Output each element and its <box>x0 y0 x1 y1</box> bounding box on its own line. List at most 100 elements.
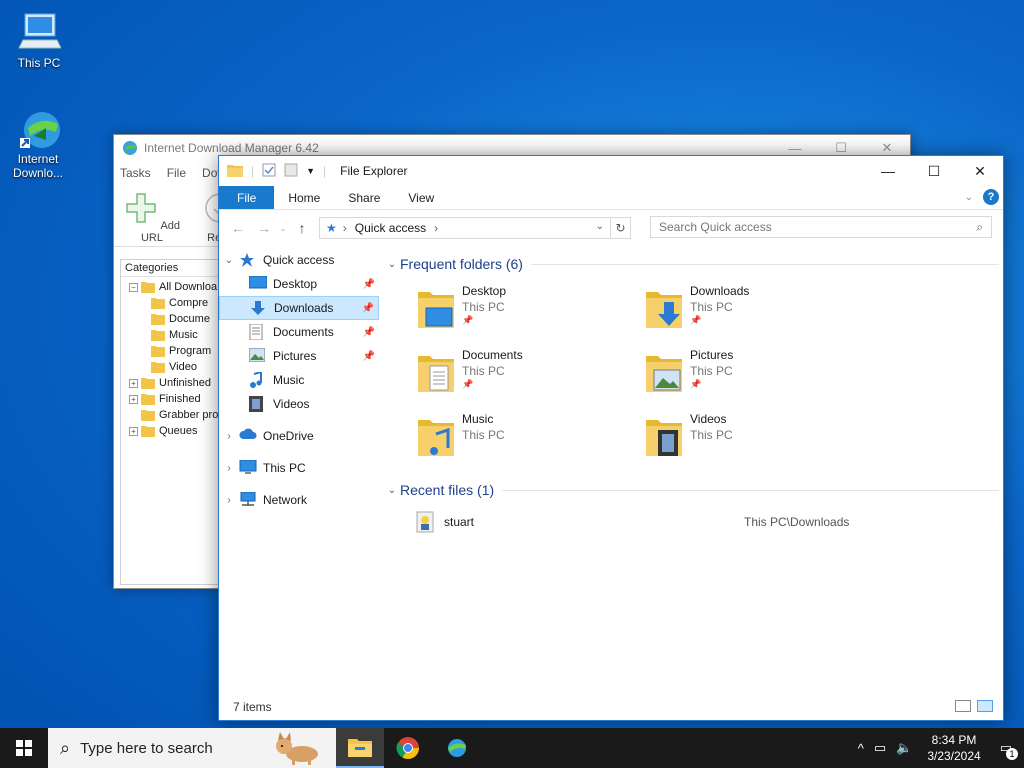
taskbar-search-input[interactable]: ⌕ Type here to search <box>48 728 336 768</box>
idm-category-label: Video <box>169 361 197 373</box>
network-icon <box>239 491 257 508</box>
nav-item-documents[interactable]: Documents 📌 <box>219 320 379 344</box>
idm-category-label: Finished <box>159 393 201 405</box>
volume-muted-icon[interactable]: 🔈 <box>896 740 912 756</box>
tab-file[interactable]: File <box>219 186 275 209</box>
chevron-down-icon[interactable]: ⌄ <box>219 255 239 266</box>
taskbar-search-placeholder: Type here to search <box>80 739 213 757</box>
idm-globe-icon <box>16 106 60 150</box>
nav-item-videos[interactable]: Videos <box>219 392 379 416</box>
taskbar-clock[interactable]: 8:34 PM 3/23/2024 <box>927 732 980 764</box>
idm-menu-tasks[interactable]: Tasks <box>120 166 151 180</box>
pin-icon[interactable]: 📌 <box>363 279 375 290</box>
notification-icon[interactable]: ▭ 1 <box>1000 740 1018 760</box>
folder-tile-music[interactable]: Music This PC <box>416 412 644 476</box>
tab-home[interactable]: Home <box>274 186 334 209</box>
nav-item-network[interactable]: › Network <box>219 488 379 512</box>
ribbon-expand-icon[interactable]: ⌄ <box>965 192 973 203</box>
taskbar-idm[interactable] <box>432 728 480 768</box>
idm-category-item[interactable]: Video <box>129 359 219 375</box>
list-item[interactable]: stuart This PC\Downloads <box>414 508 999 536</box>
idm-category-item[interactable]: + Queues <box>129 423 219 439</box>
tray-overflow-icon[interactable]: ^ <box>858 741 864 756</box>
item-count: 7 items <box>233 700 272 714</box>
nav-item-music[interactable]: Music <box>219 368 379 392</box>
recent-locations-icon[interactable]: ⌄ <box>277 224 289 233</box>
idm-category-item[interactable]: Program <box>129 343 219 359</box>
search-input[interactable]: Search Quick access ⌕ <box>650 216 992 238</box>
idm-category-item[interactable]: + Unfinished <box>129 375 219 391</box>
chevron-right-icon[interactable]: › <box>219 463 239 474</box>
pin-icon[interactable]: 📌 <box>363 351 375 362</box>
category-folder-icon <box>141 393 155 405</box>
explorer-maximize-button[interactable]: ☐ <box>911 156 957 186</box>
download-arrow-icon <box>250 300 268 316</box>
taskbar-file-explorer[interactable] <box>336 728 384 768</box>
idm-category-item[interactable]: Docume <box>129 311 219 327</box>
idm-category-item[interactable]: + Finished <box>129 391 219 407</box>
folder-location: This PC <box>462 300 505 314</box>
desktop-icon-idm[interactable]: Internet Downlo... <box>8 106 68 180</box>
qat-dropdown-icon[interactable]: ▼ <box>306 166 315 176</box>
idm-category-item[interactable]: Music <box>129 327 219 343</box>
folder-tile-pictures[interactable]: Pictures This PC 📌 <box>644 348 872 412</box>
network-status-icon[interactable]: ▭ <box>874 740 886 756</box>
tree-expander-icon[interactable]: − <box>129 282 138 292</box>
address-dropdown-icon[interactable]: ⌄ <box>596 221 604 232</box>
pin-icon: 📌 <box>690 315 702 325</box>
folder-tile-videos[interactable]: Videos This PC <box>644 412 872 476</box>
desktop-icon-this-pc[interactable]: This PC <box>9 10 69 70</box>
folder-tile-documents[interactable]: Documents This PC 📌 <box>416 348 644 412</box>
tab-view[interactable]: View <box>394 186 448 209</box>
pin-icon[interactable]: 📌 <box>363 327 375 338</box>
idm-category-item[interactable]: Compre <box>129 295 219 311</box>
help-icon[interactable]: ? <box>983 189 999 205</box>
tree-expander-icon[interactable]: + <box>129 394 138 404</box>
chevron-right-icon[interactable]: › <box>219 431 239 442</box>
file-explorer-window[interactable]: | ▼ | File Explorer — ☐ ✕ File Home Shar… <box>218 155 1004 721</box>
star-icon: ★ <box>326 221 337 235</box>
chevron-right-icon[interactable]: › <box>219 495 239 506</box>
nav-item-quick-access[interactable]: ⌄ Quick access <box>219 248 379 272</box>
details-view-icon[interactable] <box>955 700 971 712</box>
frequent-folders-header[interactable]: ⌄ Frequent folders (6) <box>384 252 999 276</box>
windows-logo-icon <box>16 740 32 756</box>
desktop-folder-icon <box>416 286 456 330</box>
folder-icon <box>227 163 243 180</box>
nav-item-downloads[interactable]: Downloads 📌 <box>219 296 379 320</box>
properties-icon[interactable] <box>262 163 276 180</box>
plus-icon <box>126 193 156 223</box>
explorer-minimize-button[interactable]: — <box>865 156 911 186</box>
large-icons-view-icon[interactable] <box>977 700 993 712</box>
music-note-icon <box>249 370 267 388</box>
folder-tile-desktop[interactable]: Desktop This PC 📌 <box>416 284 644 348</box>
refresh-icon[interactable]: ↻ <box>610 218 630 238</box>
category-folder-icon <box>141 281 155 293</box>
address-bar[interactable]: ★ › Quick access › ⌄ ↻ <box>319 217 631 239</box>
back-arrow-icon[interactable]: ← <box>225 220 251 236</box>
nav-item-desktop[interactable]: Desktop 📌 <box>219 272 379 296</box>
start-button[interactable] <box>0 728 48 768</box>
tree-expander-icon[interactable]: + <box>129 378 138 388</box>
explorer-close-button[interactable]: ✕ <box>957 156 1003 186</box>
folder-tile-downloads[interactable]: Downloads This PC 📌 <box>644 284 872 348</box>
taskbar-chrome[interactable] <box>384 728 432 768</box>
idm-category-item[interactable]: Grabber pro <box>129 407 219 423</box>
nav-item-onedrive[interactable]: › OneDrive <box>219 424 379 448</box>
idm-category-label: Unfinished <box>159 377 211 389</box>
nav-item-pictures[interactable]: Pictures 📌 <box>219 344 379 368</box>
nav-item-this-pc[interactable]: › This PC <box>219 456 379 480</box>
recent-files-header[interactable]: ⌄ Recent files (1) <box>384 478 999 502</box>
new-folder-icon[interactable] <box>284 163 298 180</box>
category-folder-icon <box>141 425 155 437</box>
up-arrow-icon[interactable]: ↑ <box>289 220 315 236</box>
tree-expander-icon[interactable]: + <box>129 426 138 436</box>
idm-add-url-button[interactable]: Add URL <box>122 191 182 244</box>
idm-category-item[interactable]: − All Downloa <box>129 279 219 295</box>
status-bar: 7 items <box>219 694 1003 720</box>
pin-icon[interactable]: 📌 <box>362 303 374 314</box>
forward-arrow-icon[interactable]: → <box>251 220 277 236</box>
document-icon <box>249 323 267 341</box>
idm-menu-file[interactable]: File <box>167 166 186 180</box>
tab-share[interactable]: Share <box>334 186 394 209</box>
